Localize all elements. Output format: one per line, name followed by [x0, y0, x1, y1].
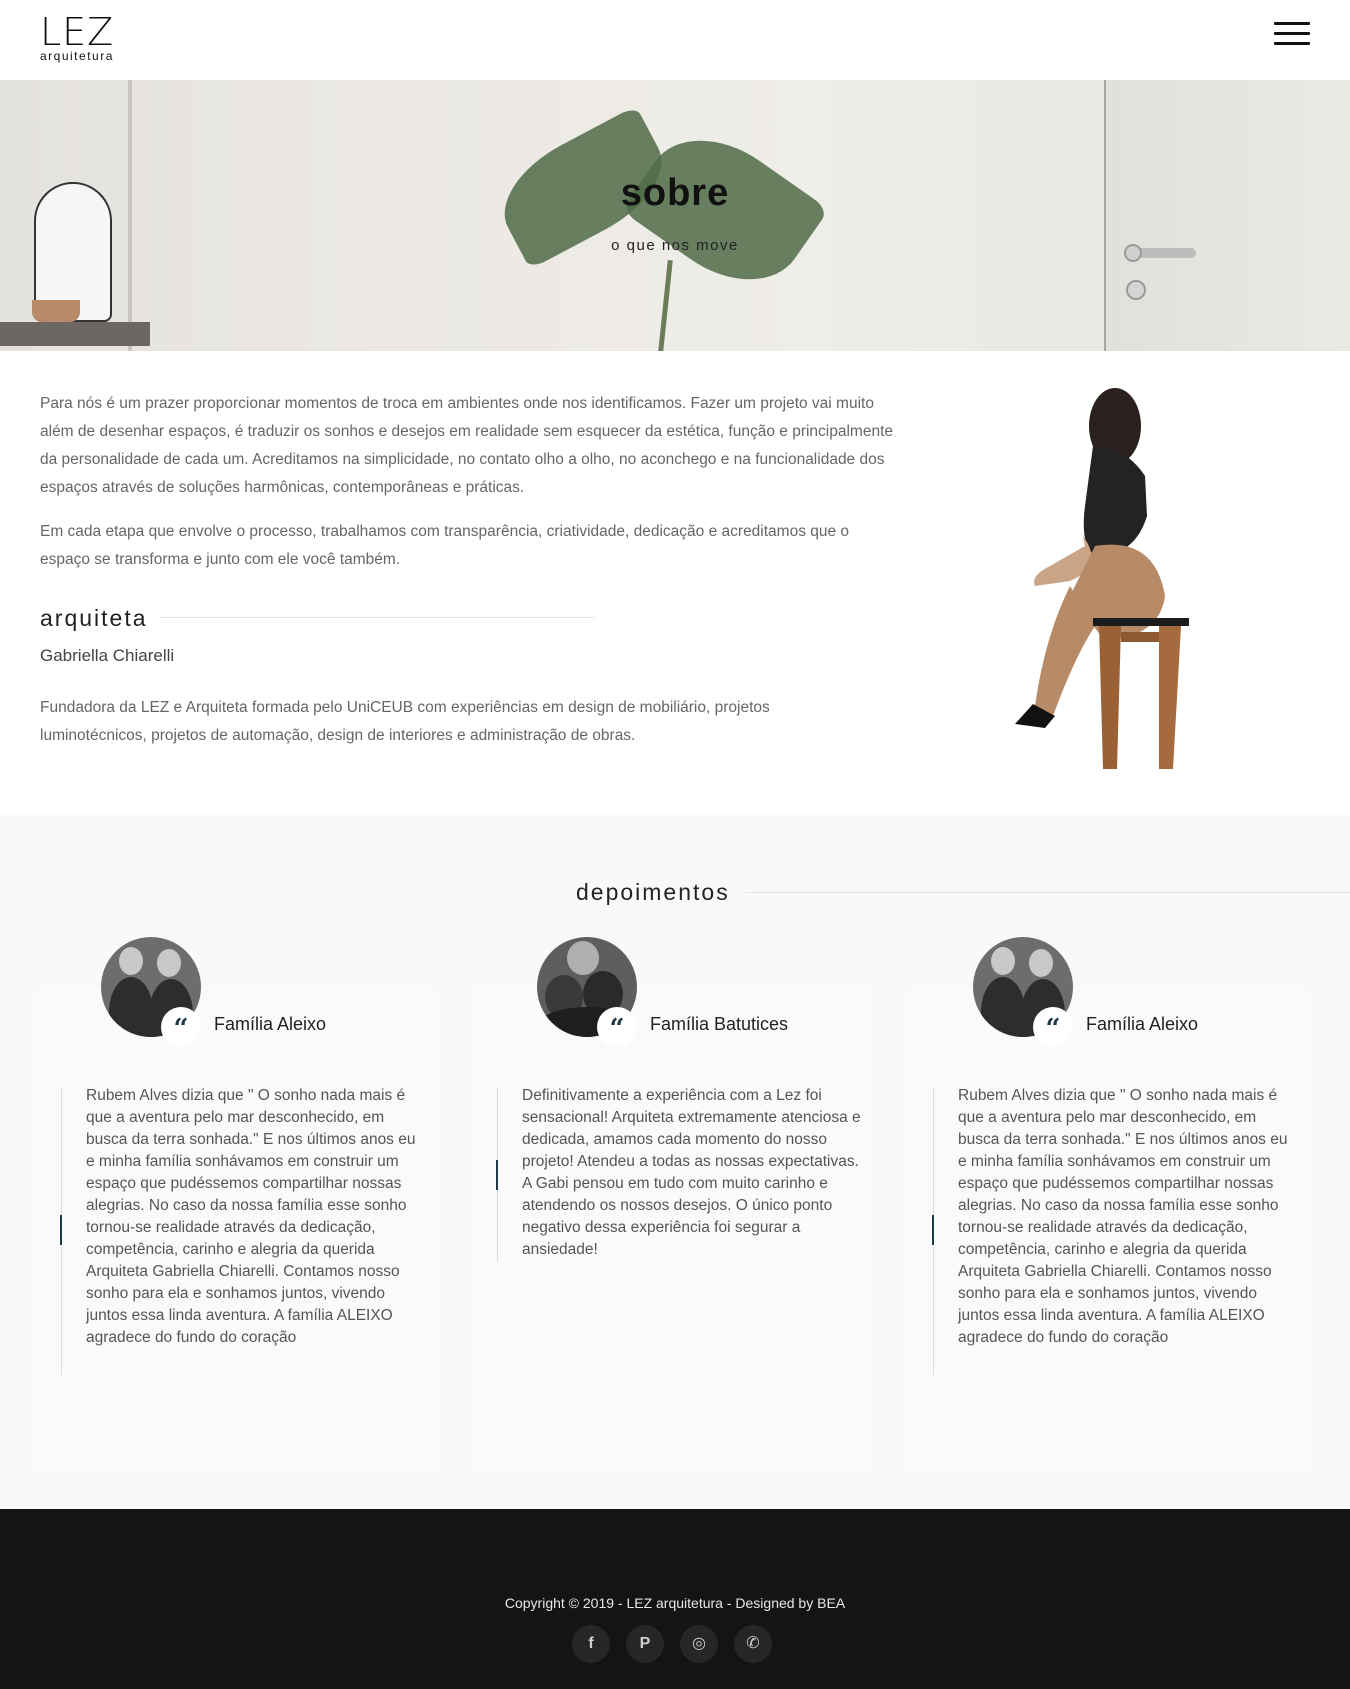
- architect-portrait-image: [1015, 388, 1189, 769]
- hero-banner: sobre o que nos move: [0, 80, 1350, 351]
- logo[interactable]: LEZ arquitetura: [40, 10, 124, 63]
- quote-bar-accent: [932, 1215, 934, 1245]
- logo-mark: LEZ: [40, 10, 115, 54]
- testimonial-text: Rubem Alves dizia que " O sonho nada mai…: [958, 1087, 1288, 1346]
- page-title: sobre: [620, 172, 730, 214]
- wall-edge: [128, 80, 132, 351]
- testimonial-author: Família Batutices: [650, 1014, 789, 1034]
- architect-bio: Fundadora da LEZ e Arquiteta formada pel…: [40, 699, 770, 744]
- testimonial-text: Definitivamente a experiência com a Lez …: [522, 1087, 861, 1258]
- page-subtitle: o que nos move: [611, 237, 739, 254]
- heading-divider: [745, 892, 1350, 893]
- whatsapp-icon[interactable]: ✆: [734, 1625, 772, 1663]
- quote-icon: “: [161, 1007, 201, 1047]
- plant-stem-image: [658, 259, 673, 351]
- shelf-image: [0, 322, 150, 346]
- copyright-text: Copyright © 2019 - LEZ arquitetura - Des…: [504, 1595, 846, 1611]
- pinterest-icon[interactable]: P: [626, 1625, 664, 1663]
- logo-subtitle: arquitetura: [40, 49, 114, 63]
- quote-bar-accent: [60, 1215, 62, 1245]
- site-header: LEZ arquitetura: [0, 0, 1350, 80]
- architect-name: Gabriella Chiarelli: [40, 646, 175, 665]
- about-paragraph: Em cada etapa que envolve o processo, tr…: [40, 523, 850, 568]
- quote-bar-accent: [496, 1160, 498, 1190]
- heading-divider: [160, 617, 595, 618]
- hamburger-menu-icon[interactable]: [1274, 22, 1310, 48]
- site-footer: Copyright © 2019 - LEZ arquitetura - Des…: [0, 1509, 1350, 1689]
- coffee-cup-image: [32, 300, 80, 322]
- testimonial-text: Rubem Alves dizia que " O sonho nada mai…: [86, 1087, 416, 1346]
- instagram-icon[interactable]: ◎: [680, 1625, 718, 1663]
- architect-heading: arquiteta: [40, 605, 148, 631]
- door-image: [1104, 80, 1350, 351]
- door-lock-image: [1126, 280, 1146, 300]
- testimonials-heading: depoimentos: [576, 879, 730, 905]
- testimonial-author: Família Aleixo: [1086, 1014, 1199, 1034]
- about-text: Para nós é um prazer proporcionar moment…: [40, 390, 900, 590]
- quote-icon: “: [1033, 1007, 1073, 1047]
- testimonial-author: Família Aleixo: [214, 1014, 327, 1034]
- about-paragraph: Para nós é um prazer proporcionar moment…: [40, 395, 893, 496]
- quote-icon: “: [597, 1007, 637, 1047]
- facebook-icon[interactable]: f: [572, 1625, 610, 1663]
